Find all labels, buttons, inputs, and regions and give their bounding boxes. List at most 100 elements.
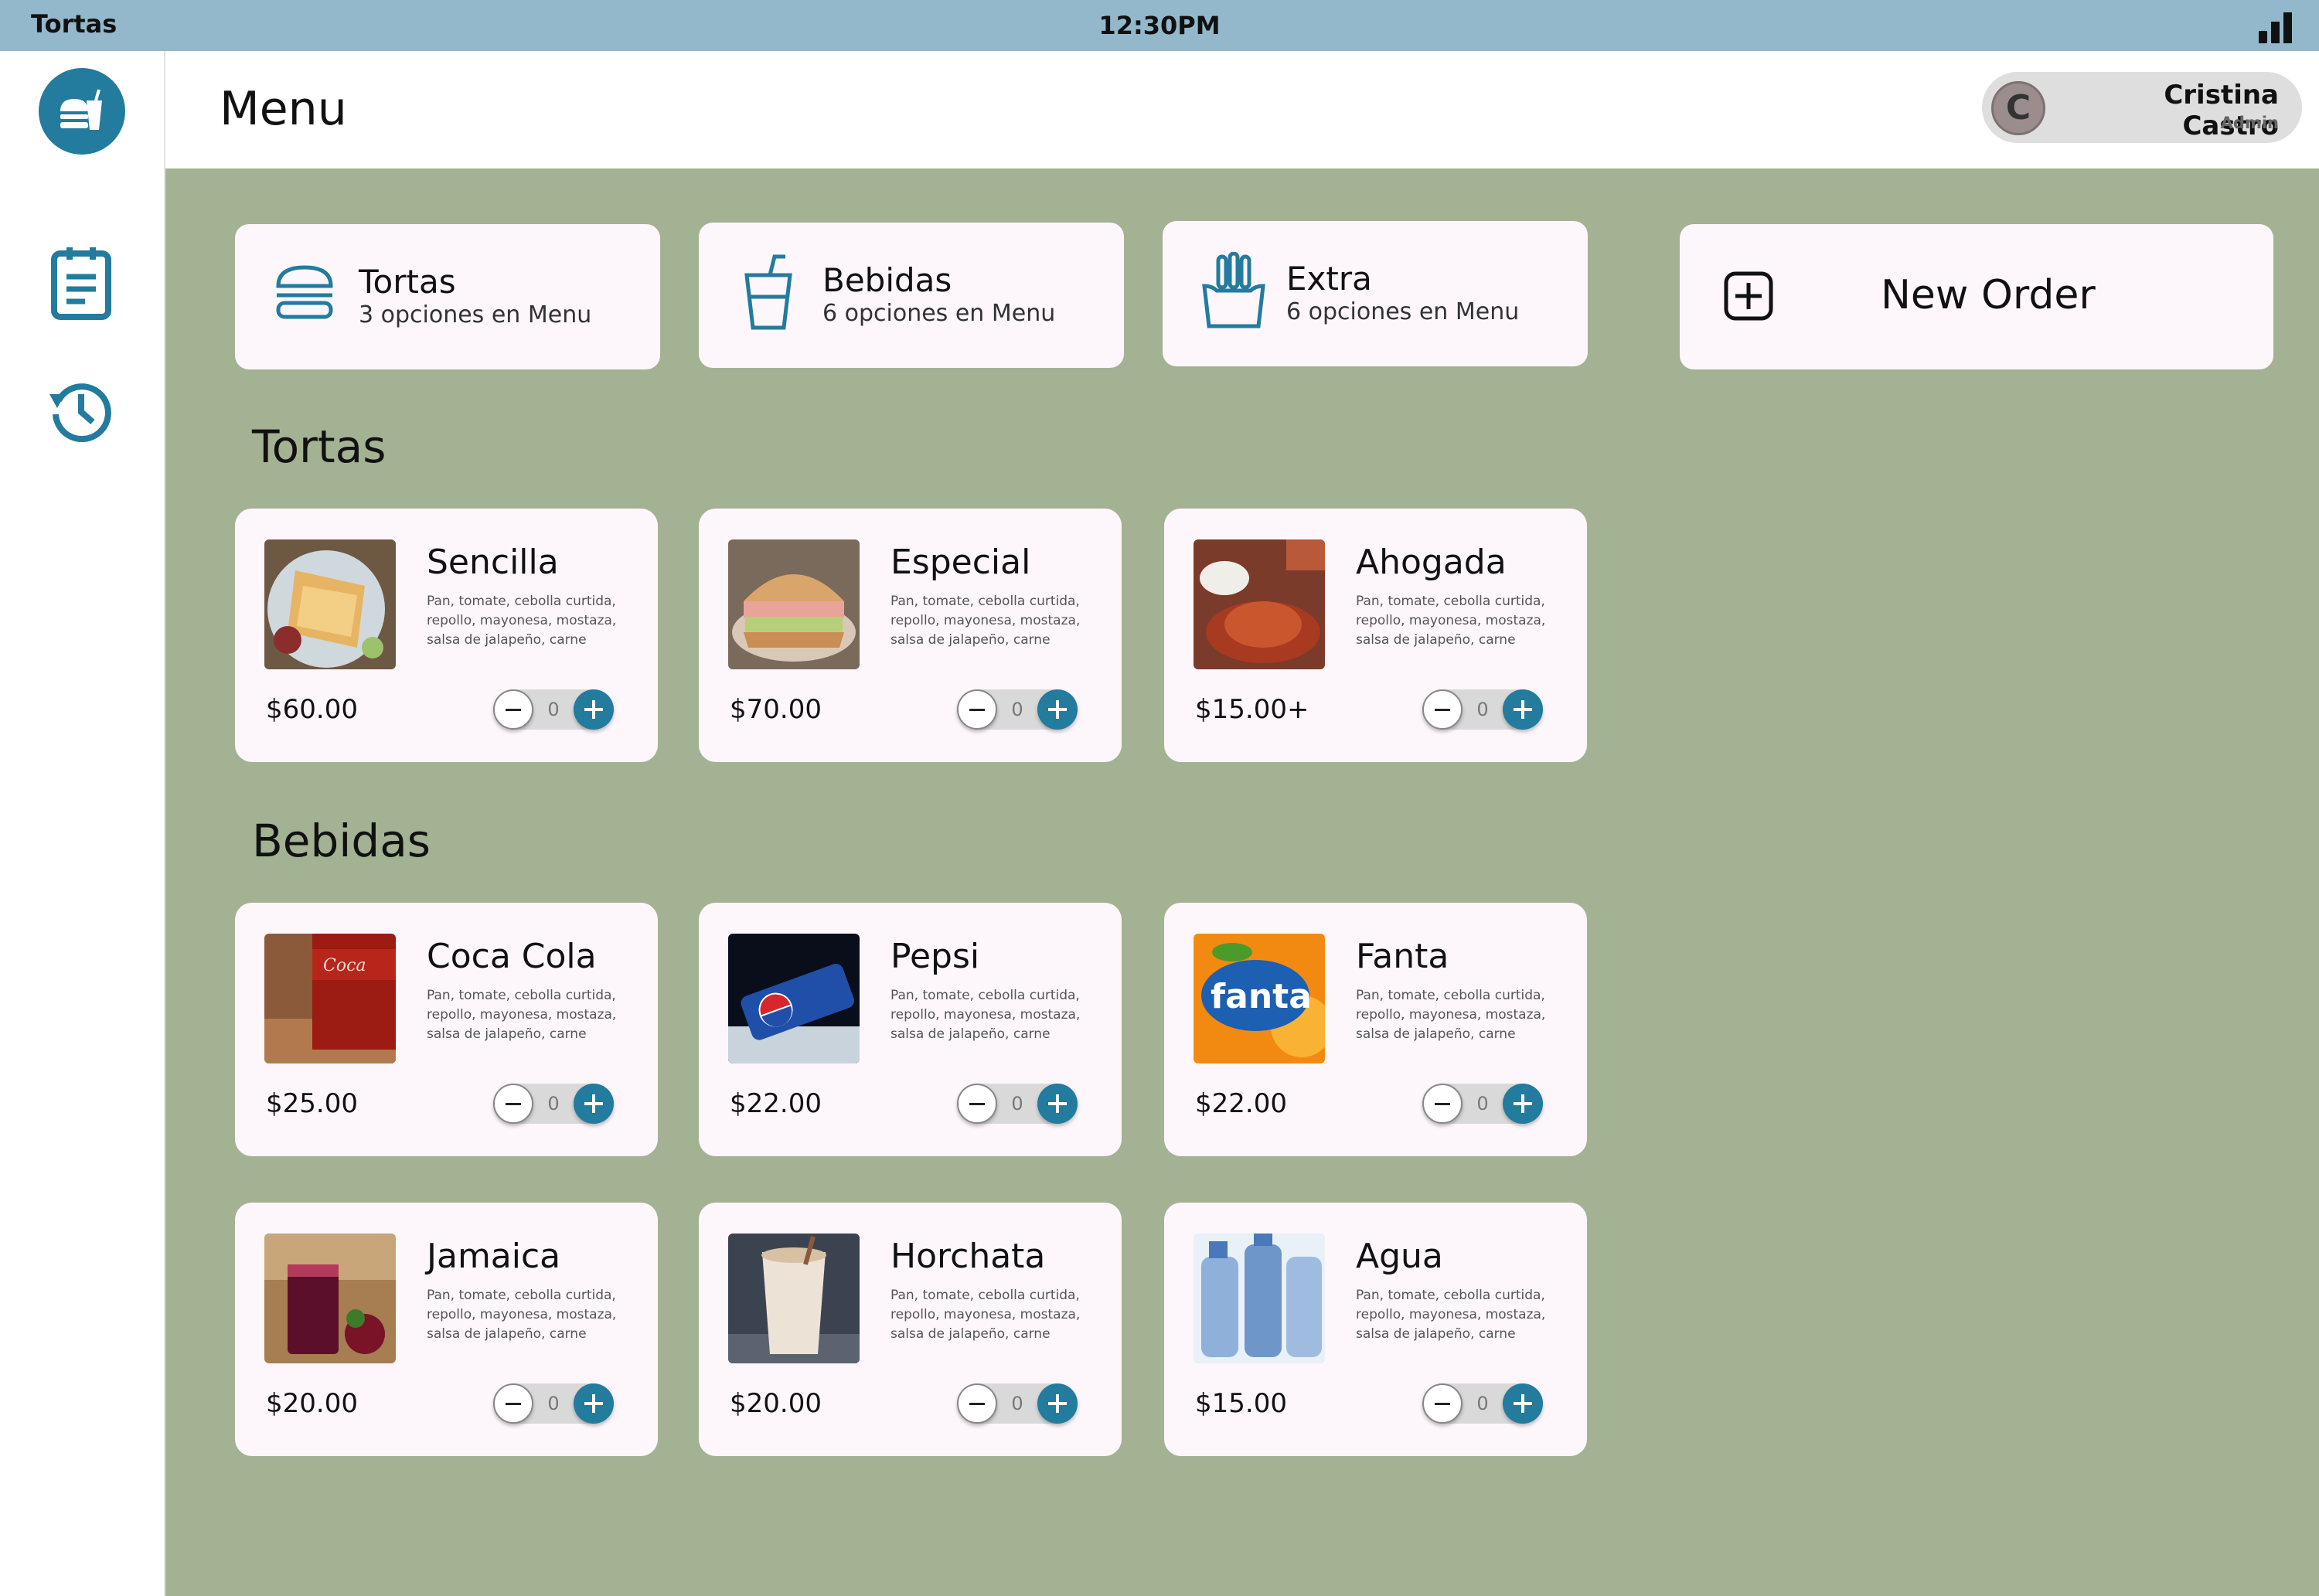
quantity-stepper: 0 (1422, 1084, 1543, 1124)
quantity-value: 0 (547, 1093, 560, 1114)
quantity-stepper: 0 (493, 1084, 614, 1124)
menu-item-card: fanta Fanta Pan, tomate, cebolla curtida… (1164, 903, 1587, 1156)
header: Menu C Cristina Castro Admin (165, 51, 2319, 168)
new-order-label: New Order (1881, 272, 2096, 318)
increment-button[interactable] (1503, 689, 1543, 730)
menu-item-card: Jamaica Pan, tomate, cebolla curtida, re… (235, 1203, 658, 1456)
category-name: Bebidas (822, 261, 952, 299)
increment-button[interactable] (574, 1084, 614, 1124)
category-tortas[interactable]: Tortas 3 opciones en Menu (235, 224, 660, 369)
item-image-pepsi (728, 934, 860, 1063)
user-profile[interactable]: C Cristina Castro Admin (1982, 72, 2302, 143)
item-price: $22.00 (730, 1088, 822, 1119)
signal-icon (2259, 12, 2293, 43)
menu-item-card: Especial Pan, tomate, cebolla curtida, r… (699, 509, 1122, 762)
increment-button[interactable] (1037, 689, 1078, 730)
item-description: Pan, tomate, cebolla curtida, repollo, m… (427, 988, 617, 1042)
food-drink-icon (60, 89, 102, 130)
increment-button[interactable] (1503, 1383, 1543, 1424)
quantity-stepper: 0 (957, 689, 1078, 730)
item-image-coca-cola: Coca (264, 934, 396, 1063)
decrement-button[interactable] (957, 689, 997, 730)
increment-button[interactable] (574, 689, 614, 730)
menu-item-card: Agua Pan, tomate, cebolla curtida, repol… (1164, 1203, 1587, 1456)
section-title: Bebidas (252, 815, 431, 867)
quantity-stepper: 0 (957, 1383, 1078, 1424)
decrement-button[interactable] (1422, 1084, 1463, 1124)
quantity-stepper: 0 (1422, 1383, 1543, 1424)
user-role: Admin (2220, 114, 2279, 132)
item-description: Pan, tomate, cebolla curtida, repollo, m… (427, 1288, 617, 1342)
quantity-value: 0 (1476, 1393, 1489, 1414)
category-extra[interactable]: Extra 6 opciones en Menu (1163, 221, 1588, 366)
sidebar (0, 51, 165, 1596)
quantity-stepper: 0 (1422, 689, 1543, 730)
item-name: Fanta (1356, 937, 1449, 976)
item-name: Agua (1356, 1237, 1443, 1276)
history-icon (49, 383, 111, 443)
quantity-value: 0 (1476, 699, 1489, 720)
main-content: Tortas 3 opciones en Menu Bebidas 6 opci… (165, 168, 2319, 1596)
plus-square-icon (1724, 271, 1773, 321)
increment-button[interactable] (1037, 1383, 1078, 1424)
decrement-button[interactable] (1422, 1383, 1463, 1424)
quantity-value: 0 (1011, 699, 1023, 720)
item-price: $70.00 (730, 694, 822, 725)
item-description: Pan, tomate, cebolla curtida, repollo, m… (890, 594, 1081, 648)
category-name: Extra (1286, 260, 1372, 298)
quantity-stepper: 0 (493, 1383, 614, 1424)
item-description: Pan, tomate, cebolla curtida, repollo, m… (890, 1288, 1081, 1342)
item-price: $22.00 (1195, 1088, 1287, 1119)
decrement-button[interactable] (493, 1084, 533, 1124)
item-description: Pan, tomate, cebolla curtida, repollo, m… (1356, 594, 1546, 648)
item-image-fanta: fanta (1194, 934, 1325, 1063)
item-description: Pan, tomate, cebolla curtida, repollo, m… (427, 594, 617, 648)
category-name: Tortas (359, 263, 456, 301)
item-image-sencilla (264, 539, 396, 669)
menu-item-card: Horchata Pan, tomate, cebolla curtida, r… (699, 1203, 1122, 1456)
category-count: 3 opciones en Menu (359, 301, 592, 328)
menu-item-card: Pepsi Pan, tomate, cebolla curtida, repo… (699, 903, 1122, 1156)
decrement-button[interactable] (957, 1084, 997, 1124)
item-image-especial (728, 539, 860, 669)
quantity-stepper: 0 (493, 689, 614, 730)
item-price: $15.00+ (1195, 694, 1309, 725)
item-description: Pan, tomate, cebolla curtida, repollo, m… (1356, 988, 1546, 1042)
item-name: Ahogada (1356, 543, 1507, 582)
status-time: 12:30PM (1098, 11, 1221, 40)
item-price: $25.00 (266, 1088, 358, 1119)
item-price: $15.00 (1195, 1388, 1287, 1419)
item-name: Especial (890, 543, 1031, 582)
item-name: Pepsi (890, 937, 980, 976)
category-count: 6 opciones en Menu (822, 300, 1056, 327)
app-logo[interactable] (39, 68, 125, 155)
item-name: Jamaica (427, 1237, 561, 1276)
item-image-horchata (728, 1234, 860, 1363)
quantity-value: 0 (1011, 1393, 1023, 1414)
new-order-button[interactable]: New Order (1680, 224, 2273, 369)
status-bar: Tortas 12:30PM (0, 0, 2319, 51)
svg-text:fanta: fanta (1211, 977, 1312, 1016)
section-title: Tortas (252, 420, 386, 473)
item-description: Pan, tomate, cebolla curtida, repollo, m… (1356, 1288, 1546, 1342)
sidebar-item-history[interactable] (48, 377, 114, 447)
increment-button[interactable] (1503, 1084, 1543, 1124)
increment-button[interactable] (1037, 1084, 1078, 1124)
item-image-agua (1194, 1234, 1325, 1363)
quantity-value: 0 (1011, 1093, 1023, 1114)
decrement-button[interactable] (493, 1383, 533, 1424)
menu-item-card: Coca Coca Cola Pan, tomate, cebolla curt… (235, 903, 658, 1156)
decrement-button[interactable] (493, 689, 533, 730)
sidebar-item-orders[interactable] (48, 246, 114, 323)
category-bebidas[interactable]: Bebidas 6 opciones en Menu (699, 223, 1124, 368)
item-name: Sencilla (427, 543, 559, 582)
svg-text:Coca: Coca (323, 956, 366, 975)
increment-button[interactable] (574, 1383, 614, 1424)
fries-icon (1202, 252, 1265, 328)
page-title: Menu (220, 82, 347, 136)
drink-cup-icon (744, 254, 792, 330)
decrement-button[interactable] (957, 1383, 997, 1424)
decrement-button[interactable] (1422, 689, 1463, 730)
item-description: Pan, tomate, cebolla curtida, repollo, m… (890, 988, 1081, 1042)
item-image-jamaica (264, 1234, 396, 1363)
